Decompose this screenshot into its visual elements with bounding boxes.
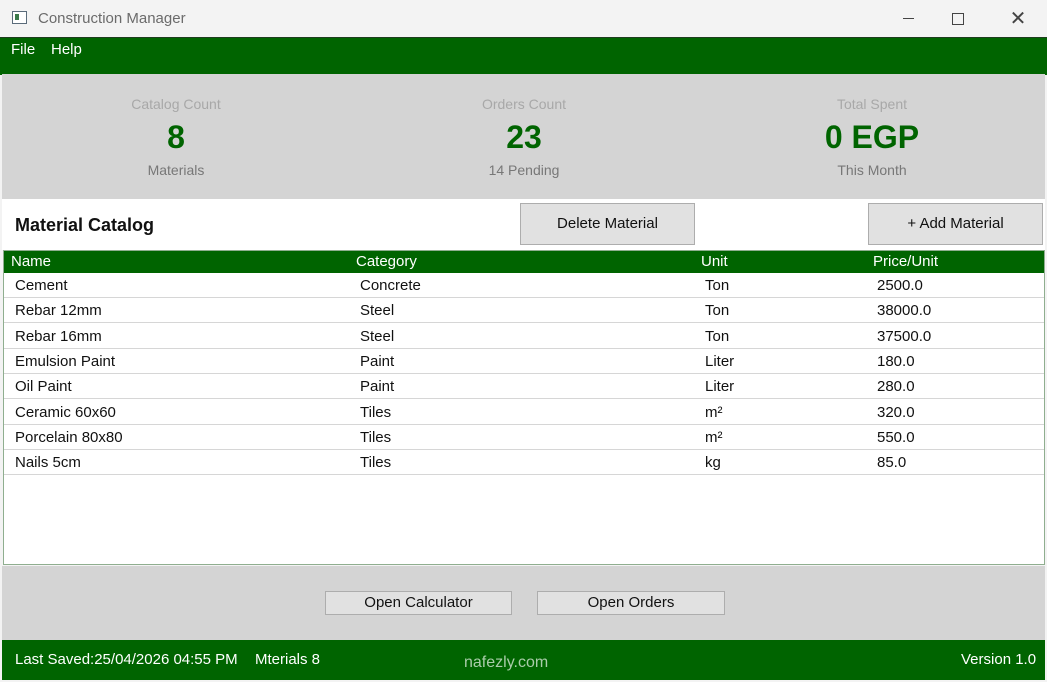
cell-name: Rebar 16mm bbox=[15, 327, 102, 345]
stat-value: 0 EGP bbox=[824, 119, 920, 155]
table-header: Name Category Unit Price/Unit bbox=[4, 251, 1044, 273]
cell-name: Ceramic 60x60 bbox=[15, 403, 116, 421]
cell-category: Steel bbox=[360, 327, 395, 345]
menu-file[interactable]: File bbox=[11, 41, 35, 58]
cell-category: Steel bbox=[360, 302, 395, 320]
stat-value: 23 bbox=[506, 119, 542, 155]
table-row[interactable]: Rebar 12mm Steel Ton 38000.0 bbox=[4, 298, 1044, 324]
cell-category: Tiles bbox=[360, 454, 392, 472]
actions-panel: Open Calculator Open Orders bbox=[2, 566, 1045, 640]
column-header-unit[interactable]: Unit bbox=[701, 253, 728, 270]
table-row[interactable]: Emulsion Paint Paint Liter 180.0 bbox=[4, 349, 1044, 374]
status-bar: Last Saved:25/04/2026 04:55 PM Mterials … bbox=[2, 640, 1045, 680]
maximize-icon bbox=[952, 12, 964, 25]
watermark: nafezly.com bbox=[464, 654, 549, 671]
app-icon bbox=[12, 11, 27, 24]
cell-price: 550.0 bbox=[877, 428, 915, 446]
delete-material-button[interactable]: Delete Material bbox=[520, 203, 695, 245]
cell-unit: Ton bbox=[705, 277, 730, 294]
cell-category: Concrete bbox=[360, 277, 421, 294]
window-title: Construction Manager bbox=[38, 10, 186, 27]
version-text: Version 1.0 bbox=[961, 651, 1037, 668]
close-icon: ✕ bbox=[1009, 7, 1027, 30]
cell-price: 37500.0 bbox=[877, 327, 932, 345]
cell-unit: kg bbox=[705, 454, 721, 472]
cell-price: 2500.0 bbox=[877, 277, 923, 294]
materials-count-text: Mterials 8 bbox=[255, 651, 321, 668]
cell-price: 180.0 bbox=[877, 352, 915, 370]
menu-help[interactable]: Help bbox=[51, 41, 82, 58]
table-row[interactable]: Ceramic 60x60 Tiles m² 320.0 bbox=[4, 400, 1044, 425]
cell-price: 320.0 bbox=[877, 403, 915, 421]
cell-category: Tiles bbox=[360, 403, 392, 421]
cell-name: Oil Paint bbox=[15, 378, 72, 396]
cell-price: 38000.0 bbox=[877, 302, 932, 320]
title-bar: Construction Manager ✕ bbox=[0, 0, 1047, 37]
cell-unit: m² bbox=[705, 403, 723, 421]
catalog-header: Material Catalog Delete Material + Add M… bbox=[2, 199, 1045, 250]
cell-name: Nails 5cm bbox=[15, 454, 81, 472]
maximize-button[interactable] bbox=[930, 0, 986, 37]
column-header-price[interactable]: Price/Unit bbox=[873, 253, 938, 270]
minimize-icon bbox=[902, 18, 914, 19]
add-material-button[interactable]: + Add Material bbox=[868, 203, 1043, 245]
menu-bar: File Help bbox=[0, 37, 1047, 75]
table-row[interactable]: Oil Paint Paint Liter 280.0 bbox=[4, 374, 1044, 400]
stat-sub: 14 Pending bbox=[488, 162, 560, 178]
stats-panel: Catalog Count 8 Materials Orders Count 2… bbox=[2, 74, 1045, 199]
table-row[interactable]: Porcelain 80x80 Tiles m² 550.0 bbox=[4, 425, 1044, 450]
stat-sub: Materials bbox=[147, 162, 205, 178]
stat-value: 8 bbox=[167, 119, 185, 155]
column-header-name[interactable]: Name bbox=[11, 253, 51, 270]
material-table[interactable]: Name Category Unit Price/Unit Cement Conc… bbox=[3, 250, 1045, 565]
table-row[interactable]: Nails 5cm Tiles kg 85.0 bbox=[4, 450, 1044, 476]
cell-unit: Liter bbox=[705, 378, 735, 396]
table-row[interactable]: Rebar 16mm Steel Ton 37500.0 bbox=[4, 324, 1044, 349]
open-orders-button[interactable]: Open Orders bbox=[537, 591, 725, 615]
table-row[interactable]: Cement Concrete Ton 2500.0 bbox=[4, 273, 1044, 298]
cell-unit: m² bbox=[705, 428, 723, 446]
cell-price: 280.0 bbox=[877, 378, 915, 396]
column-header-category[interactable]: Category bbox=[356, 253, 417, 270]
cell-name: Emulsion Paint bbox=[15, 352, 116, 370]
cell-category: Paint bbox=[360, 378, 395, 396]
cell-unit: Ton bbox=[705, 327, 730, 345]
cell-name: Rebar 12mm bbox=[15, 302, 102, 320]
cell-name: Cement bbox=[15, 277, 68, 294]
app-window: Construction Manager ✕ File Help Catalog… bbox=[0, 0, 1047, 682]
minimize-button[interactable] bbox=[880, 0, 936, 37]
cell-category: Paint bbox=[360, 352, 395, 370]
stat-label: Orders Count bbox=[481, 96, 567, 112]
cell-unit: Liter bbox=[705, 352, 735, 370]
section-title: Material Catalog bbox=[15, 215, 155, 235]
stat-sub: This Month bbox=[837, 162, 907, 178]
cell-category: Tiles bbox=[360, 428, 392, 446]
stat-label: Catalog Count bbox=[131, 96, 221, 112]
open-calculator-button[interactable]: Open Calculator bbox=[325, 591, 512, 615]
cell-price: 85.0 bbox=[877, 454, 907, 472]
last-saved-text: Last Saved:25/04/2026 04:55 PM bbox=[15, 651, 238, 668]
cell-name: Porcelain 80x80 bbox=[15, 428, 123, 446]
stat-label: Total Spent bbox=[836, 96, 908, 112]
cell-unit: Ton bbox=[705, 302, 730, 320]
close-button[interactable]: ✕ bbox=[990, 0, 1046, 37]
